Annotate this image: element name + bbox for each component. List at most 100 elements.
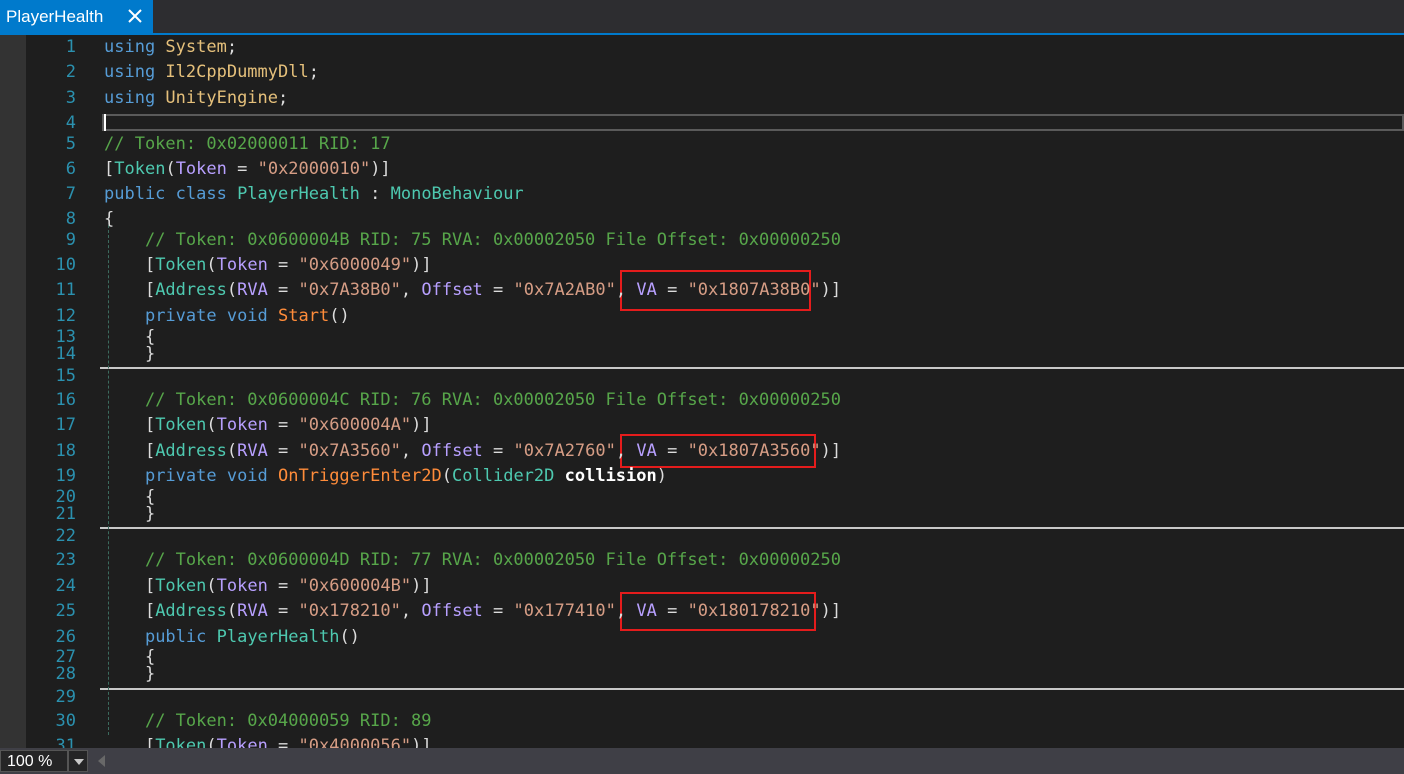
code-token: ( [206,415,217,435]
code-line[interactable]: 2 using Il2CppDummyDll; [0,60,1404,85]
code-token: "0x7A2760" [513,441,616,461]
code-text: // Token: 0x02000011 RID: 17 [104,132,391,157]
code-token: = [267,441,299,461]
code-line[interactable]: 7 public class PlayerHealth : MonoBehavio… [0,182,1404,207]
code-line[interactable]: 3 using UnityEngine; [0,86,1404,111]
code-token: public [144,627,217,647]
zoom-dropdown-button[interactable] [68,750,88,772]
code-text: using Il2CppDummyDll; [104,60,319,85]
code-token: Token [155,415,207,435]
code-text: // Token: 0x0600004B RID: 75 RVA: 0x0000… [104,228,841,253]
code-line[interactable]: 16 // Token: 0x0600004C RID: 76 RVA: 0x0… [0,388,1404,413]
code-token: = [482,280,514,300]
code-text: [Address(RVA = "0x7A3560", Offset = "0x7… [104,439,841,464]
zoom-level[interactable]: 100 % [0,750,68,772]
code-token: Token [155,736,207,748]
code-token: [ [104,159,115,179]
code-token: = [656,441,688,461]
code-line[interactable]: 15 [0,364,1404,389]
code-token: = [267,255,299,275]
code-token: OnTriggerEnter2D [278,466,442,486]
code-token: Collider2D [452,466,565,486]
code-line[interactable]: 30 // Token: 0x04000059 RID: 89 [0,709,1404,734]
code-token: "0x6000049" [298,255,412,275]
code-token: )] [820,441,842,461]
code-text: using System; [104,35,237,60]
line-number: 25 [55,601,76,621]
code-line[interactable]: 11 [Address(RVA = "0x7A38B0", Offset = "… [0,278,1404,303]
code-token: Token [216,415,268,435]
code-line[interactable]: 10 [Token(Token = "0x6000049")] [0,253,1404,278]
code-token: PlayerHealth [237,184,360,204]
code-token: RVA [237,441,268,461]
code-token: private void [144,466,279,486]
line-number: 1 [65,37,76,57]
code-token: Offset [421,280,483,300]
line-number: 10 [55,255,76,275]
code-token: Token [114,159,166,179]
code-editor[interactable]: 1 using System; 2 using Il2CppDummyDll; 3 usi… [0,35,1404,748]
code-token: ; [226,37,238,57]
code-line[interactable]: 29 [0,685,1404,710]
line-number: 22 [55,526,76,546]
code-token: // Token: 0x02000011 RID: 17 [104,134,391,154]
code-line[interactable]: 25 [Address(RVA = "0x178210", Offset = "… [0,599,1404,624]
code-token: } [104,504,156,524]
code-token: = [656,601,688,621]
code-token: )] [411,576,432,596]
code-text: [Token(Token = "0x2000010")] [104,157,391,182]
code-token: ) [656,466,667,486]
code-token: System [165,37,227,57]
code-token: // Token: 0x0600004B RID: 75 RVA: 0x0000… [144,230,841,250]
code-line[interactable]: 9 // Token: 0x0600004B RID: 75 RVA: 0x00… [0,228,1404,253]
status-bar: 100 % [0,748,1404,774]
line-number: 16 [55,390,76,410]
code-token: : [359,184,391,204]
code-line[interactable]: 18 [Address(RVA = "0x7A3560", Offset = "… [0,439,1404,464]
code-token: , [615,601,637,621]
code-token: ( [165,159,176,179]
code-token: UnityEngine [165,88,279,108]
code-token: ( [206,255,217,275]
code-token: } [104,344,156,364]
code-line[interactable]: 22 [0,524,1404,549]
code-token: // Token: 0x0600004D RID: 77 RVA: 0x0000… [144,550,841,570]
code-text: [Token(Token = "0x4000056")] [104,734,432,748]
code-token: [ [104,415,156,435]
code-token: = [482,601,514,621]
line-number: 28 [55,664,76,684]
code-line[interactable]: 24 [Token(Token = "0x600004B")] [0,574,1404,599]
code-line[interactable]: 6 [Token(Token = "0x2000010")] [0,157,1404,182]
code-line[interactable]: 28 } [0,662,1404,687]
code-token: = [482,441,514,461]
tab-playerhealth[interactable]: PlayerHealth [0,0,153,33]
line-number: 31 [55,736,76,748]
code-token: // Token: 0x04000059 RID: 89 [144,711,432,731]
code-token: RVA [237,280,268,300]
code-token: = [267,601,299,621]
code-token: ( [206,736,217,748]
code-text: [Token(Token = "0x6000049")] [104,253,432,278]
code-text: [Token(Token = "0x600004A")] [104,413,432,438]
code-line[interactable]: 5 // Token: 0x02000011 RID: 17 [0,132,1404,157]
close-icon[interactable] [125,6,145,26]
scroll-left-arrow-icon[interactable] [98,755,105,767]
code-token: () [329,306,350,326]
line-number: 5 [65,134,76,154]
line-number: 7 [65,184,76,204]
line-number: 6 [65,159,76,179]
code-line[interactable]: 17 [Token(Token = "0x600004A")] [0,413,1404,438]
code-text: } [104,662,155,687]
line-number: 23 [55,550,76,570]
code-token: )] [820,601,842,621]
code-token: [ [104,736,156,748]
horizontal-scrollbar[interactable] [90,750,1404,772]
code-token: "0x7A3560" [298,441,401,461]
code-line[interactable]: 1 using System; [0,35,1404,60]
code-token: } [104,664,156,684]
code-line[interactable]: 31 [Token(Token = "0x4000056")] [0,734,1404,748]
code-line[interactable]: 23 // Token: 0x0600004D RID: 77 RVA: 0x0… [0,548,1404,573]
